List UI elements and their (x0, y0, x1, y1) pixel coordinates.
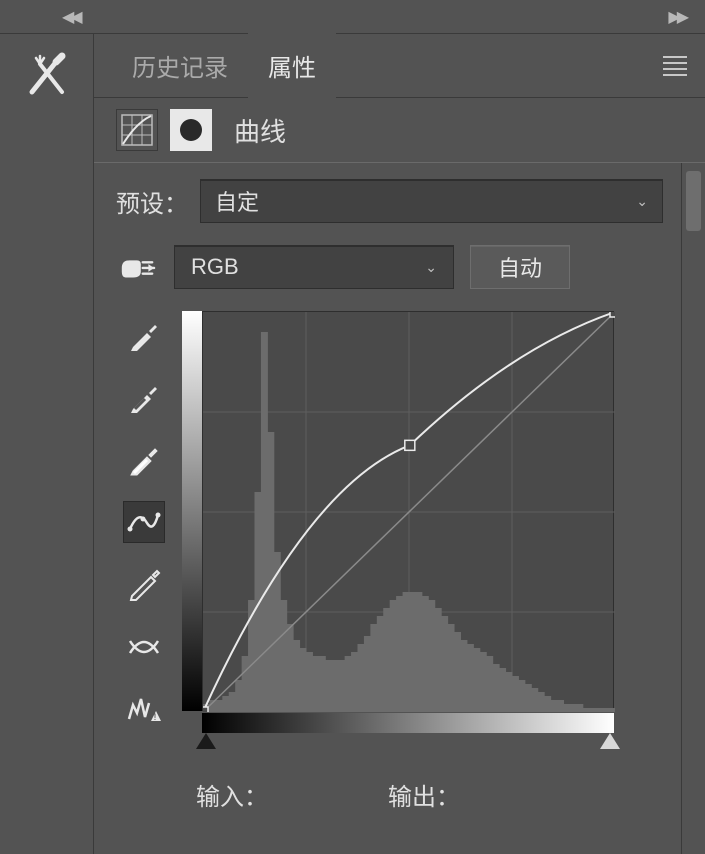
input-gradient (202, 713, 614, 733)
scrollbar[interactable] (681, 163, 705, 854)
collapse-right-icon[interactable]: ▶▶ (668, 7, 685, 27)
auto-button[interactable]: 自动 (470, 245, 570, 289)
curves-plot[interactable] (202, 311, 614, 711)
channel-value: RGB (191, 254, 239, 280)
bw-sliders[interactable] (202, 733, 614, 757)
input-label: 输入： (196, 777, 268, 812)
curves-grid-icon[interactable] (116, 109, 158, 151)
layer-mask-icon[interactable] (170, 109, 212, 151)
eyedropper-black-icon[interactable] (123, 315, 165, 357)
output-gradient (182, 311, 202, 711)
point-curve-tool-icon[interactable] (123, 501, 165, 543)
preset-value: 自定 (215, 185, 259, 217)
preset-dropdown[interactable]: 自定 ⌄ (200, 179, 663, 223)
preset-label: 预设： (116, 184, 188, 219)
clip-warning-icon[interactable]: ! (123, 687, 165, 729)
tool-rail (0, 34, 94, 854)
tab-bar: 历史记录 属性 (94, 34, 705, 98)
eyedropper-gray-icon[interactable] (123, 377, 165, 419)
channel-dropdown[interactable]: RGB ⌄ (174, 245, 454, 289)
tab-properties[interactable]: 属性 (248, 30, 336, 101)
curve-tools: ! (116, 311, 172, 757)
panel-menu-icon[interactable] (663, 52, 687, 80)
chevron-down-icon: ⌄ (636, 193, 648, 210)
adjustment-title: 曲线 (234, 112, 286, 149)
tab-history[interactable]: 历史记录 (112, 30, 248, 101)
eyedropper-white-icon[interactable] (123, 439, 165, 481)
properties-panel: 历史记录 属性 曲线 (94, 34, 705, 854)
white-point-slider[interactable] (600, 733, 620, 749)
targeted-adjust-icon[interactable] (116, 246, 158, 288)
brush-fork-icon[interactable] (22, 50, 72, 100)
chevron-down-icon: ⌄ (425, 259, 437, 276)
output-label: 输出： (388, 777, 460, 812)
scrollbar-thumb[interactable] (686, 171, 701, 231)
black-point-slider[interactable] (196, 733, 216, 749)
collapse-strip: ◀◀ ▶▶ (0, 0, 705, 34)
adjustment-title-row: 曲线 (94, 98, 705, 162)
pencil-curve-tool-icon[interactable] (123, 563, 165, 605)
svg-text:!: ! (154, 712, 157, 722)
smooth-curve-icon[interactable] (123, 625, 165, 667)
collapse-left-icon[interactable]: ◀◀ (62, 7, 79, 27)
